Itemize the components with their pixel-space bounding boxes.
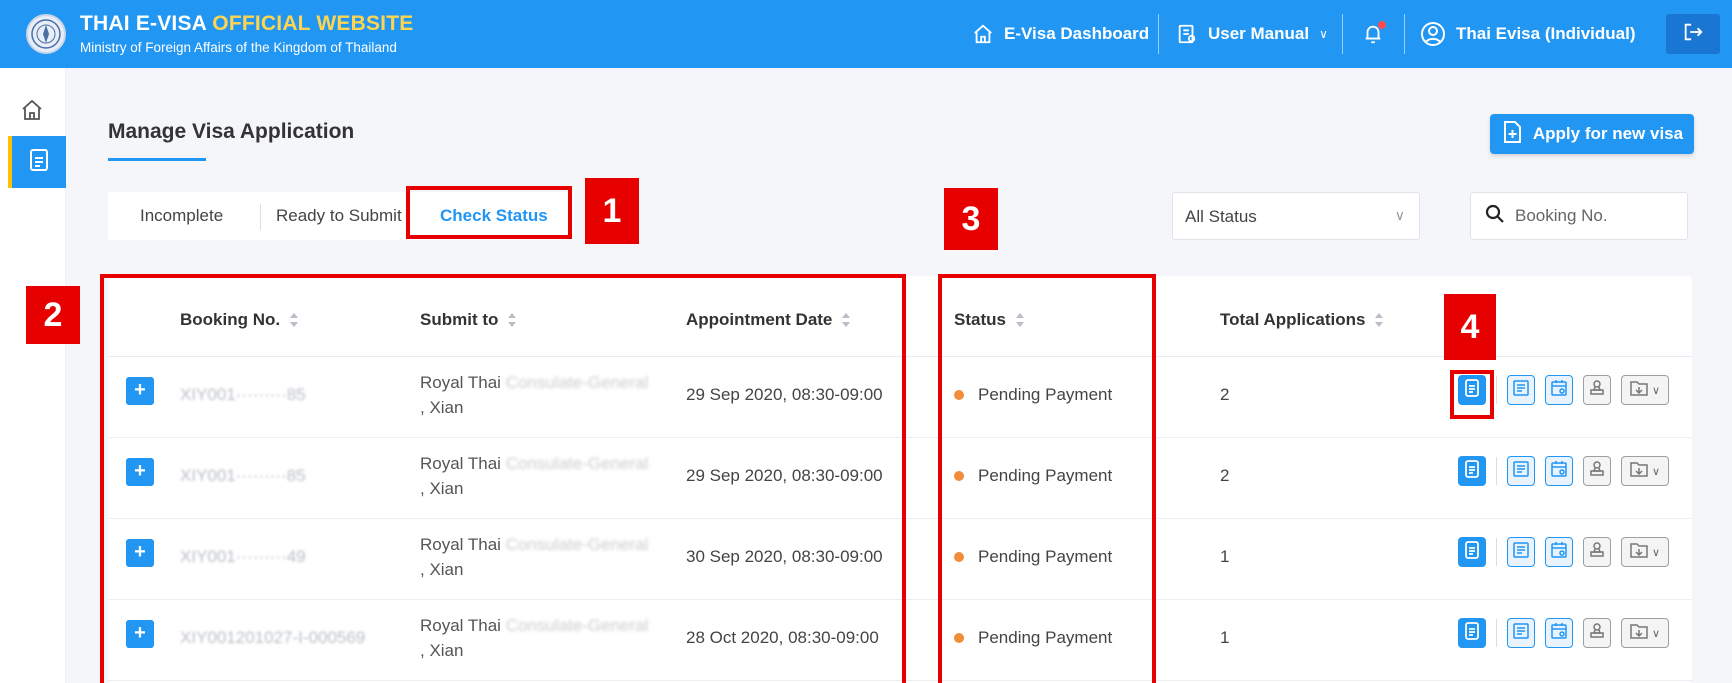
stamp-icon xyxy=(1588,379,1606,402)
booking-search[interactable] xyxy=(1470,192,1688,240)
annotation-box-3 xyxy=(938,274,1156,683)
status-filter-value: All Status xyxy=(1185,207,1257,226)
status-filter-select[interactable]: All Status ∨ xyxy=(1172,192,1420,240)
nav-dashboard[interactable]: E-Visa Dashboard xyxy=(972,0,1149,68)
apply-new-visa-button[interactable]: Apply for new visa xyxy=(1490,114,1694,154)
folder-download-icon xyxy=(1630,461,1648,482)
brand-title-highlight: OFFICIAL WEBSITE xyxy=(212,12,414,35)
view-document-button[interactable] xyxy=(1458,537,1486,567)
brand-title: THAI E-VISA OFFICIAL WEBSITE xyxy=(80,12,414,35)
payment-button[interactable] xyxy=(1507,618,1535,648)
sidebar-item-applications[interactable] xyxy=(8,136,66,188)
chevron-down-icon: ∨ xyxy=(1651,465,1661,478)
download-menu-button[interactable]: ∨ xyxy=(1621,456,1669,486)
download-menu-button[interactable]: ∨ xyxy=(1621,537,1669,567)
home-icon xyxy=(972,23,994,45)
document-icon xyxy=(1464,459,1480,483)
annotation-box-2 xyxy=(100,274,906,683)
user-circle-icon xyxy=(1420,21,1446,47)
row-actions: ∨ xyxy=(1458,618,1669,648)
stamp-icon xyxy=(1588,622,1606,645)
ministry-seal-logo xyxy=(26,14,66,54)
appointment-button[interactable] xyxy=(1545,375,1573,405)
row-actions: ∨ xyxy=(1458,537,1669,567)
payment-bill-icon xyxy=(1512,460,1530,483)
logout-button[interactable] xyxy=(1666,14,1720,54)
folder-download-icon xyxy=(1630,542,1648,563)
document-icon xyxy=(1464,621,1480,645)
nav-user-profile[interactable]: Thai Evisa (Individual) xyxy=(1420,0,1635,68)
folder-download-icon xyxy=(1630,623,1648,644)
calendar-icon xyxy=(1550,622,1568,645)
title-underline xyxy=(108,158,206,161)
add-document-icon xyxy=(1501,120,1523,149)
column-header-total[interactable]: Total Applications xyxy=(1220,310,1384,330)
annotation-box-1 xyxy=(406,186,572,239)
stamp-icon xyxy=(1588,541,1606,564)
sidebar-item-home[interactable] xyxy=(20,98,44,127)
payment-button[interactable] xyxy=(1507,537,1535,567)
stamp-button[interactable] xyxy=(1583,537,1611,567)
appointment-button[interactable] xyxy=(1545,537,1573,567)
annotation-label-4: 4 xyxy=(1444,294,1496,360)
stamp-icon xyxy=(1588,460,1606,483)
document-icon xyxy=(28,148,50,177)
annotation-label-3: 3 xyxy=(944,188,998,250)
payment-button[interactable] xyxy=(1507,456,1535,486)
sidebar xyxy=(0,68,66,683)
top-header: THAI E-VISA OFFICIAL WEBSITE Ministry of… xyxy=(0,0,1732,68)
download-menu-button[interactable]: ∨ xyxy=(1621,375,1669,405)
tab-ready-to-submit[interactable]: Ready to Submit xyxy=(276,206,402,226)
home-icon xyxy=(20,99,44,126)
calendar-icon xyxy=(1550,379,1568,402)
payment-button[interactable] xyxy=(1507,375,1535,405)
logout-icon xyxy=(1682,21,1704,48)
appointment-button[interactable] xyxy=(1545,456,1573,486)
row-actions: ∨ xyxy=(1458,456,1669,486)
nav-manual-label: User Manual xyxy=(1208,24,1310,43)
chevron-down-icon: ∨ xyxy=(1651,546,1661,559)
total-applications: 2 xyxy=(1220,466,1230,485)
user-name: Thai Evisa (Individual) xyxy=(1456,24,1636,43)
notification-bell[interactable] xyxy=(1362,0,1386,68)
nav-dashboard-label: E-Visa Dashboard xyxy=(1004,24,1150,43)
annotation-box-4 xyxy=(1450,370,1494,419)
download-menu-button[interactable]: ∨ xyxy=(1621,618,1669,648)
document-icon xyxy=(1464,540,1480,564)
apply-button-label: Apply for new visa xyxy=(1532,124,1684,143)
payment-bill-icon xyxy=(1512,379,1530,402)
payment-bill-icon xyxy=(1512,541,1530,564)
appointment-button[interactable] xyxy=(1545,618,1573,648)
stamp-button[interactable] xyxy=(1583,456,1611,486)
calendar-icon xyxy=(1550,460,1568,483)
view-document-button[interactable] xyxy=(1458,618,1486,648)
total-applications: 2 xyxy=(1220,385,1230,404)
view-document-button[interactable] xyxy=(1458,456,1486,486)
stamp-button[interactable] xyxy=(1583,618,1611,648)
chevron-down-icon: ∨ xyxy=(1394,207,1405,223)
bell-icon xyxy=(1362,21,1386,46)
total-applications: 1 xyxy=(1220,628,1230,647)
total-applications: 1 xyxy=(1220,547,1230,566)
search-icon xyxy=(1485,204,1505,229)
payment-bill-icon xyxy=(1512,622,1530,645)
booking-search-input[interactable] xyxy=(1515,206,1675,226)
nav-user-manual[interactable]: User Manual ∨ xyxy=(1176,0,1328,68)
calendar-icon xyxy=(1550,541,1568,564)
chevron-down-icon: ∨ xyxy=(1651,384,1661,397)
brand[interactable]: THAI E-VISA OFFICIAL WEBSITE Ministry of… xyxy=(80,12,413,55)
stamp-button[interactable] xyxy=(1583,375,1611,405)
seal-icon xyxy=(31,19,61,49)
chevron-down-icon: ∨ xyxy=(1651,627,1661,640)
folder-download-icon xyxy=(1630,380,1648,401)
sort-icon xyxy=(1375,313,1384,327)
chevron-down-icon: ∨ xyxy=(1319,27,1328,41)
tab-incomplete[interactable]: Incomplete xyxy=(140,206,223,226)
manual-book-icon xyxy=(1176,23,1198,45)
page-title: Manage Visa Application xyxy=(108,120,355,143)
annotation-label-2: 2 xyxy=(26,286,80,344)
annotation-label-1: 1 xyxy=(585,178,639,244)
brand-subtitle: Ministry of Foreign Affairs of the Kingd… xyxy=(80,40,397,55)
notification-dot xyxy=(1378,21,1386,29)
